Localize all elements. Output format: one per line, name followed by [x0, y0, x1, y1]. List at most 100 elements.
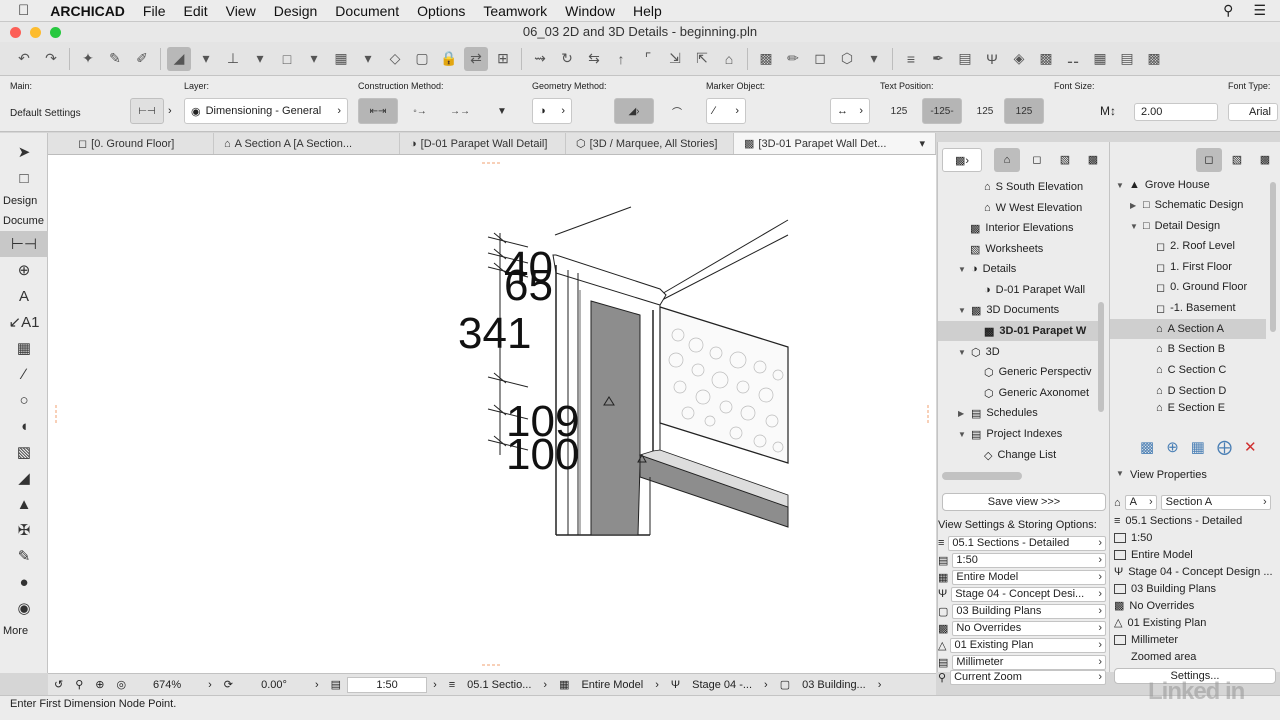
- tree-item-schedules[interactable]: ▶ ▤ Schedules: [958, 403, 1038, 423]
- dropdown-arrow-icon[interactable]: ▾: [862, 47, 886, 71]
- expand-triangle-icon[interactable]: ▼: [958, 348, 966, 357]
- view-setting-select[interactable]: Millimeter: [952, 654, 1106, 670]
- dropdown-arrow-icon[interactable]: ▾: [194, 47, 218, 71]
- geometry-method-select[interactable]: ◑ ›: [532, 98, 572, 124]
- new-folder-icon[interactable]: ▩: [1140, 438, 1154, 456]
- project-map-button[interactable]: ◻: [1196, 148, 1222, 172]
- chevron-right-icon[interactable]: ›: [309, 679, 325, 691]
- font-type-select[interactable]: Arial: [1228, 103, 1278, 121]
- view-properties-header[interactable]: ▼ View Properties: [1116, 469, 1207, 481]
- node-dimension-button[interactable]: ◦→: [402, 98, 438, 124]
- menu-help[interactable]: Help: [624, 0, 671, 22]
- new-view-icon[interactable]: ⊕: [1166, 438, 1179, 456]
- tree-item[interactable]: ⌂ S South Elevation: [984, 177, 1083, 197]
- tree-item[interactable]: ◻ -1. Basement: [1156, 298, 1236, 318]
- element-snap-icon[interactable]: ◇: [383, 47, 407, 71]
- profile-icon[interactable]: ▩: [1142, 47, 1166, 71]
- menu-teamwork[interactable]: Teamwork: [474, 0, 556, 22]
- layer-combo-value[interactable]: 05.1 Sectio...: [461, 679, 537, 691]
- layer-select[interactable]: ◉ Dimensioning - General ›: [184, 98, 348, 124]
- model-view-value[interactable]: Entire Model: [575, 679, 649, 691]
- worksheet-tool[interactable]: ✎: [0, 543, 48, 569]
- eyedropper-icon[interactable]: ✎: [103, 47, 127, 71]
- renovation-icon[interactable]: Ψ: [980, 47, 1004, 71]
- tree-item-3d[interactable]: ▼ ⬡ 3D: [958, 342, 1000, 362]
- dropdown-arrow-icon[interactable]: ▾: [356, 47, 380, 71]
- save-view-button[interactable]: Save view >>>: [942, 493, 1106, 511]
- label-tool[interactable]: ↙A1: [0, 309, 48, 335]
- tree-item[interactable]: ▼ □ Detail Design: [1130, 216, 1220, 236]
- expand-triangle-icon[interactable]: ▼: [1130, 222, 1138, 231]
- vertical-scrollbar[interactable]: [1270, 182, 1276, 332]
- building-material-icon[interactable]: ▩: [1034, 47, 1058, 71]
- hotspot-tool[interactable]: ✠: [0, 517, 48, 543]
- tab-3d-marquee[interactable]: ⬡ [3D / Marquee, All Stories]: [566, 133, 734, 154]
- rotate-view-icon[interactable]: ⟳: [218, 678, 239, 691]
- arc-circle-tool[interactable]: ○: [0, 387, 48, 413]
- apple-icon[interactable]: : [0, 0, 41, 22]
- tree-item[interactable]: ◻ 1. First Floor: [1156, 257, 1232, 277]
- tree-item[interactable]: ⬡ Generic Axonomet: [984, 383, 1089, 403]
- marquee-tool[interactable]: □: [0, 165, 48, 191]
- lock-icon[interactable]: 🔒: [437, 47, 461, 71]
- undo-icon[interactable]: ↶: [12, 47, 36, 71]
- scale-icon[interactable]: ▤: [325, 678, 347, 691]
- grid-snap-icon[interactable]: ▦: [329, 47, 353, 71]
- chevron-right-icon[interactable]: ›: [168, 105, 172, 117]
- expand-triangle-icon[interactable]: ▼: [958, 265, 966, 274]
- view-setting-select[interactable]: No Overrides: [952, 620, 1106, 636]
- marker-select[interactable]: ∕ ›: [706, 98, 746, 124]
- graphic-override-icon[interactable]: ◈: [1007, 47, 1031, 71]
- guide-lines-icon[interactable]: ◢: [167, 46, 191, 71]
- text-rotated-button[interactable]: 125: [1004, 98, 1044, 124]
- text-above-button[interactable]: 125: [880, 98, 918, 124]
- layout-book-button[interactable]: ▩: [1252, 148, 1278, 172]
- view-id-input[interactable]: A: [1124, 495, 1157, 510]
- view-map-button[interactable]: ◻: [1024, 148, 1050, 172]
- detail-tool[interactable]: ●: [0, 569, 48, 595]
- zoom-window-icon[interactable]: [50, 27, 61, 38]
- text-below-button[interactable]: 125: [966, 98, 1004, 124]
- tree-item-selected[interactable]: ⌂ A Section A: [1110, 319, 1266, 339]
- menu-document[interactable]: Document: [326, 0, 408, 22]
- zoom-in-icon[interactable]: ⊕: [89, 678, 110, 691]
- section-tool[interactable]: ◢: [0, 465, 48, 491]
- change-tool[interactable]: ◉: [0, 595, 48, 621]
- delete-icon[interactable]: ✕: [1244, 438, 1257, 456]
- text-tool[interactable]: A: [0, 283, 48, 309]
- expand-triangle-icon[interactable]: ▼: [958, 430, 966, 439]
- expand-triangle-icon[interactable]: ▼: [958, 306, 966, 315]
- dimension-tool-settings-button[interactable]: ⊢⊣: [130, 98, 164, 124]
- design-section-header[interactable]: Design: [0, 191, 47, 211]
- tree-item[interactable]: ▧ Worksheets: [970, 239, 1043, 259]
- more-tools-header[interactable]: More: [0, 621, 47, 641]
- tree-item-3d-documents[interactable]: ▼ ▩ 3D Documents: [958, 300, 1059, 320]
- renovation-icon[interactable]: Ψ: [665, 679, 686, 691]
- arrow-tool[interactable]: ➤: [0, 139, 48, 165]
- dropdown-arrow-icon[interactable]: ▾: [248, 47, 272, 71]
- zoom-value[interactable]: 674%: [132, 679, 202, 691]
- angle-value[interactable]: 0.00°: [239, 679, 309, 691]
- text-center-button[interactable]: -125-: [922, 98, 962, 124]
- layer-combo-icon[interactable]: ≡: [443, 679, 461, 691]
- measure-icon[interactable]: ⊞: [491, 47, 515, 71]
- chevron-right-icon[interactable]: ›: [758, 679, 774, 691]
- group-icon[interactable]: ▩: [754, 47, 778, 71]
- drawing-tool[interactable]: ▧: [0, 439, 48, 465]
- tree-item[interactable]: ⌂ E Section E: [1156, 401, 1225, 415]
- add-icon[interactable]: ⨁: [1217, 438, 1232, 456]
- tab-ground-floor[interactable]: ◻ [0. Ground Floor]: [48, 133, 214, 154]
- view-map-button[interactable]: ▧: [1224, 148, 1250, 172]
- renovation-value[interactable]: Stage 04 -...: [686, 679, 758, 691]
- surface-snap-icon[interactable]: □: [275, 47, 299, 71]
- spotlight-search-icon[interactable]: ⚲: [1223, 2, 1233, 19]
- scale-value[interactable]: 1:50: [347, 676, 428, 693]
- tree-item[interactable]: ⌂ C Section C: [1156, 360, 1226, 380]
- layout-book-button[interactable]: ▧: [1052, 148, 1078, 172]
- menu-design[interactable]: Design: [265, 0, 327, 22]
- redo-zoom-icon[interactable]: ⚲: [69, 678, 89, 691]
- menu-edit[interactable]: Edit: [174, 0, 216, 22]
- syringe-icon[interactable]: ✐: [130, 47, 154, 71]
- tree-item[interactable]: ⌂ B Section B: [1156, 339, 1225, 359]
- collapse-triangle-icon[interactable]: ▶: [1130, 201, 1138, 210]
